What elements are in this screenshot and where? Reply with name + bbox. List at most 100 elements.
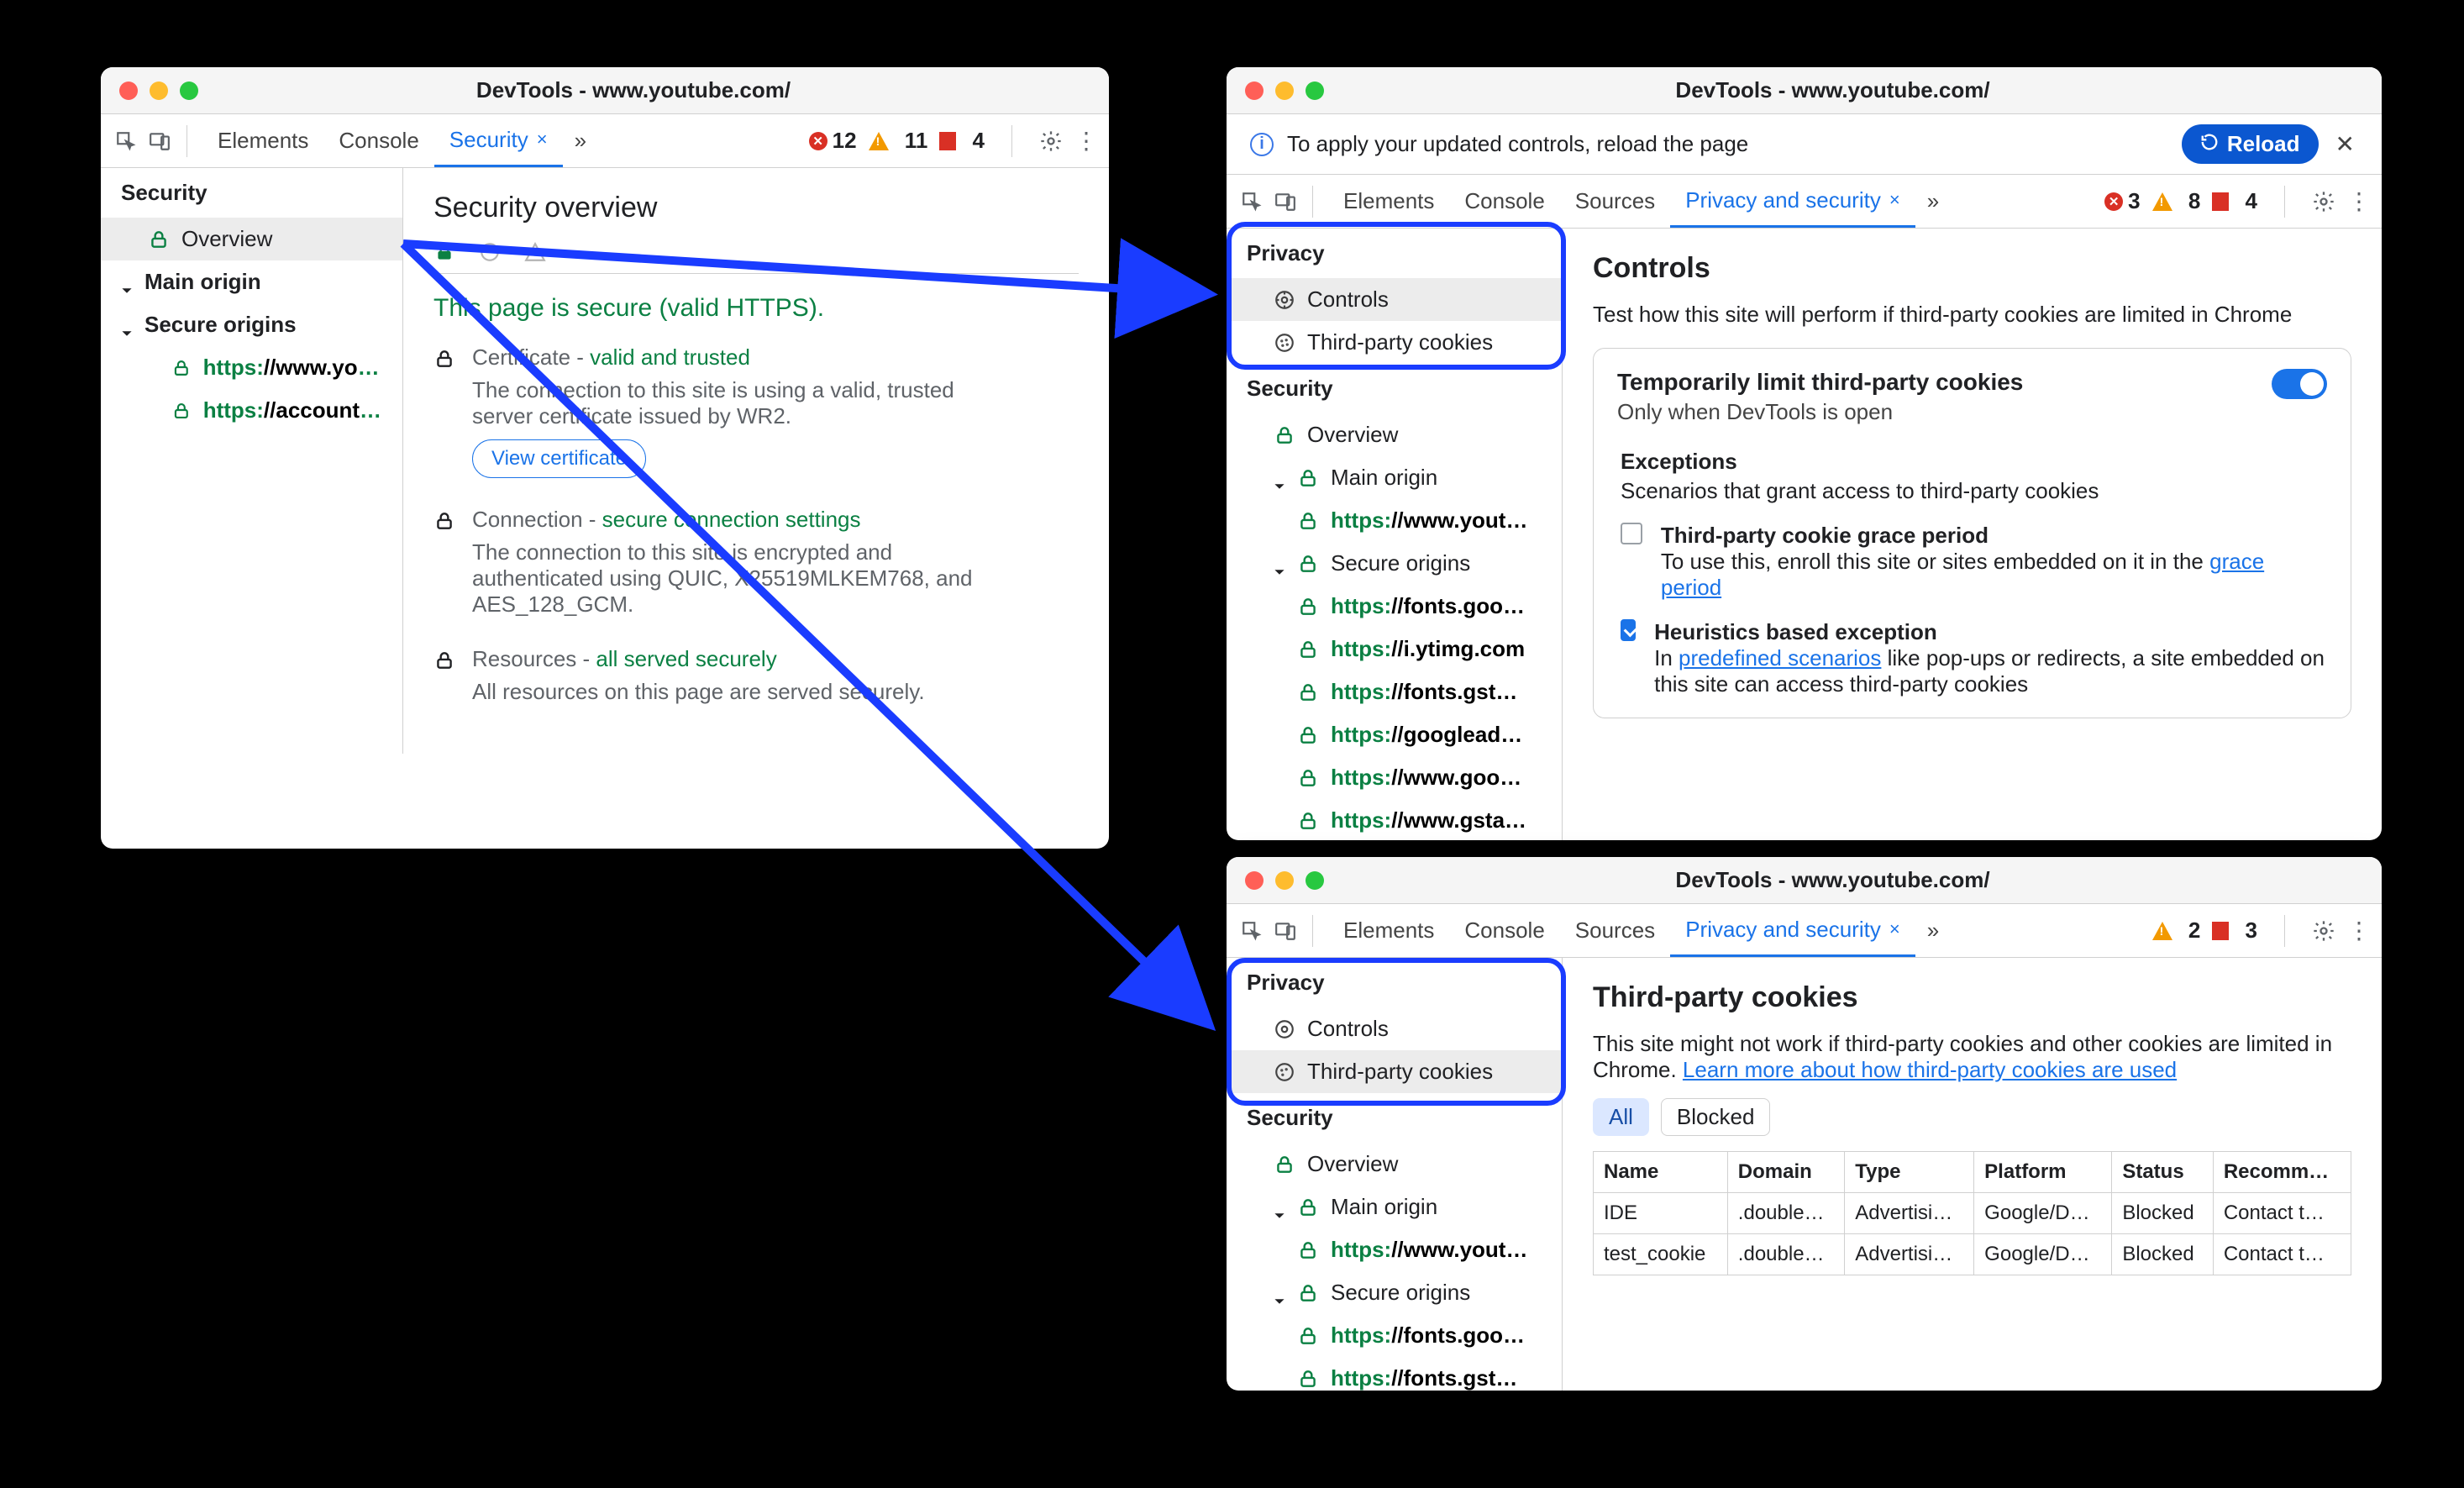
exception-heuristics-checkbox[interactable]	[1621, 619, 1636, 641]
overflow-menu-icon[interactable]: ⋮	[2347, 187, 2368, 215]
sidebar-origin-5[interactable]: https://www.gsta…	[1227, 799, 1562, 840]
sidebar-item-third-party-cookies[interactable]: Third-party cookies	[1227, 321, 1562, 364]
inspect-element-icon[interactable]	[1240, 190, 1264, 213]
gear-icon[interactable]	[2312, 919, 2335, 943]
predefined-scenarios-link[interactable]: predefined scenarios	[1679, 645, 1881, 670]
minimize-traffic-light[interactable]	[1275, 871, 1294, 890]
sidebar-item-main-origin[interactable]: Main origin	[1227, 1186, 1562, 1228]
tab-sources[interactable]: Sources	[1560, 175, 1670, 228]
more-tabs-icon[interactable]: »	[563, 128, 598, 154]
column-header[interactable]: Type	[1845, 1152, 1974, 1193]
device-mode-icon[interactable]	[148, 129, 171, 153]
tab-console[interactable]: Console	[1449, 175, 1559, 228]
reload-button[interactable]: Reload	[2182, 124, 2319, 164]
inspect-element-icon[interactable]	[114, 129, 138, 153]
tab-elements[interactable]: Elements	[1328, 175, 1449, 228]
sidebar-item-secure-origins[interactable]: Secure origins	[101, 303, 402, 346]
overflow-menu-icon[interactable]: ⋮	[2347, 917, 2368, 944]
table-row[interactable]: test_cookie.double…Advertisi…Google/D…Bl…	[1594, 1234, 2351, 1275]
tab-elements[interactable]: Elements	[202, 114, 323, 167]
gear-icon[interactable]	[1039, 129, 1063, 153]
sidebar-origin-main[interactable]: https://www.yout…	[1227, 499, 1562, 542]
column-header[interactable]: Platform	[1974, 1152, 2112, 1193]
sidebar-category-security: Security	[101, 168, 402, 218]
warnings-badge[interactable]: 11	[869, 128, 928, 154]
sidebar-item-overview[interactable]: Overview	[101, 218, 402, 260]
sidebar-item-controls[interactable]: Controls	[1227, 278, 1562, 321]
device-mode-icon[interactable]	[1274, 919, 1297, 943]
column-header[interactable]: Name	[1594, 1152, 1728, 1193]
tab-privacy-security[interactable]: Privacy and security ×	[1670, 175, 1915, 228]
lock-icon	[1297, 1196, 1319, 1218]
sliders-icon	[1274, 289, 1295, 311]
inspect-element-icon[interactable]	[1240, 919, 1264, 943]
sidebar-origin-0[interactable]: https://fonts.goo…	[1227, 1314, 1562, 1357]
sidebar-item-overview[interactable]: Overview	[1227, 413, 1562, 456]
sidebar-origin-2[interactable]: https://fonts.gst…	[1227, 670, 1562, 713]
filter-blocked[interactable]: Blocked	[1661, 1098, 1771, 1136]
close-icon[interactable]: ×	[1889, 918, 1900, 940]
errors-badge[interactable]: ✕12	[809, 128, 857, 154]
minimize-traffic-light[interactable]	[150, 81, 168, 100]
gear-icon[interactable]	[2312, 190, 2335, 213]
device-mode-icon[interactable]	[1274, 190, 1297, 213]
maximize-traffic-light[interactable]	[180, 81, 198, 100]
issues-badge[interactable]: 3	[2212, 918, 2257, 944]
sidebar-item-main-origin[interactable]: Main origin	[101, 260, 402, 303]
secure-headline: This page is secure (valid HTTPS).	[433, 294, 1079, 323]
tab-console[interactable]: Console	[323, 114, 433, 167]
more-tabs-icon[interactable]: »	[1915, 918, 1951, 944]
privacy-sidebar: Privacy Controls Third-party cookies Sec…	[1227, 958, 1563, 1391]
limit-cookies-toggle[interactable]	[2272, 369, 2327, 399]
warnings-badge[interactable]: 8	[2152, 188, 2201, 214]
more-tabs-icon[interactable]: »	[1915, 188, 1951, 214]
maximize-traffic-light[interactable]	[1306, 871, 1324, 890]
errors-badge[interactable]: ✕3	[2104, 188, 2140, 214]
warnings-badge[interactable]: 2	[2152, 918, 2201, 944]
minimize-traffic-light[interactable]	[1275, 81, 1294, 100]
filter-all[interactable]: All	[1593, 1098, 1649, 1136]
tab-sources[interactable]: Sources	[1560, 904, 1670, 957]
close-traffic-light[interactable]	[119, 81, 138, 100]
tab-security[interactable]: Security ×	[434, 114, 563, 167]
sidebar-origin-main[interactable]: https://www.yout…	[1227, 1228, 1562, 1271]
sidebar-origin-0[interactable]: https://fonts.goo…	[1227, 585, 1562, 628]
sidebar-item-overview[interactable]: Overview	[1227, 1143, 1562, 1186]
sidebar-item-third-party-cookies[interactable]: Third-party cookies	[1227, 1050, 1562, 1093]
close-icon[interactable]: ×	[1889, 189, 1900, 211]
card-title: Temporarily limit third-party cookies	[1617, 369, 2255, 396]
sidebar-origin-1[interactable]: https://i.ytimg.com	[1227, 628, 1562, 670]
column-header[interactable]: Recomm…	[2213, 1152, 2351, 1193]
overflow-menu-icon[interactable]: ⋮	[1074, 127, 1095, 155]
table-row[interactable]: IDE.double…Advertisi…Google/D…BlockedCon…	[1594, 1193, 2351, 1234]
issues-badge[interactable]: 4	[2212, 188, 2257, 214]
close-icon[interactable]: ×	[537, 129, 548, 150]
view-certificate-button[interactable]: View certificate	[472, 439, 646, 478]
column-header[interactable]: Domain	[1727, 1152, 1844, 1193]
sidebar-origin-1[interactable]: https://accounts.…	[101, 389, 402, 432]
lock-icon	[1297, 1325, 1319, 1347]
tab-console[interactable]: Console	[1449, 904, 1559, 957]
close-icon[interactable]: ✕	[2332, 133, 2358, 156]
reload-icon	[2200, 131, 2219, 157]
sidebar-item-label: Controls	[1307, 287, 1389, 313]
sidebar-item-controls[interactable]: Controls	[1227, 1007, 1562, 1050]
learn-more-link[interactable]: Learn more about how third-party cookies…	[1683, 1057, 2177, 1082]
exception-grace-period-checkbox[interactable]	[1621, 523, 1642, 544]
tab-privacy-security[interactable]: Privacy and security ×	[1670, 904, 1915, 957]
card-subtitle: Only when DevTools is open	[1617, 399, 2255, 425]
tab-elements[interactable]: Elements	[1328, 904, 1449, 957]
maximize-traffic-light[interactable]	[1306, 81, 1324, 100]
sidebar-item-main-origin[interactable]: Main origin	[1227, 456, 1562, 499]
issues-badge[interactable]: 4	[939, 128, 985, 154]
column-header[interactable]: Status	[2112, 1152, 2213, 1193]
sidebar-item-secure-origins[interactable]: Secure origins	[1227, 1271, 1562, 1314]
sidebar-origin-1[interactable]: https://fonts.gst…	[1227, 1357, 1562, 1391]
sidebar-origin-4[interactable]: https://www.goo…	[1227, 756, 1562, 799]
close-traffic-light[interactable]	[1245, 871, 1264, 890]
sidebar-item-secure-origins[interactable]: Secure origins	[1227, 542, 1562, 585]
close-traffic-light[interactable]	[1245, 81, 1264, 100]
window-titlebar: DevTools - www.youtube.com/	[1227, 67, 2382, 114]
sidebar-origin-3[interactable]: https://googlead…	[1227, 713, 1562, 756]
sidebar-origin-0[interactable]: https://www.yout…	[101, 346, 402, 389]
